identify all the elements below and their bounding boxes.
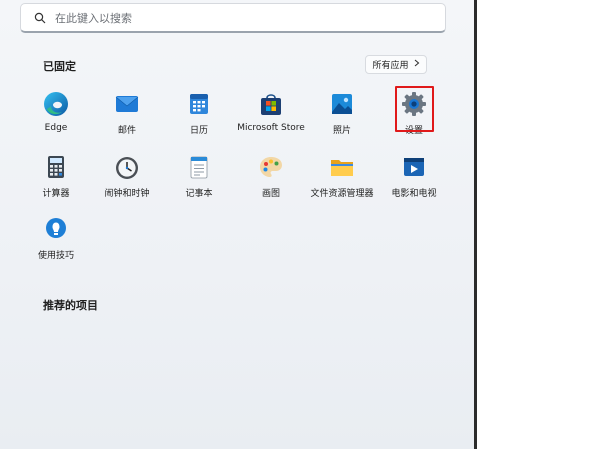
pinned-app-clock[interactable]: 闹钟和时钟 <box>87 153 167 199</box>
app-label: 日历 <box>189 126 208 136</box>
edge-icon <box>42 90 70 118</box>
search-placeholder: 在此键入以搜索 <box>55 11 132 25</box>
tips-icon <box>42 215 70 243</box>
pinned-app-calendar[interactable]: 日历 <box>159 90 239 136</box>
start-menu-panel: 在此键入以搜索 已固定 所有应用 Edge 邮件 日历 Microsoft St… <box>0 0 474 449</box>
pinned-app-paint[interactable]: 画图 <box>231 153 311 199</box>
app-label: 闹钟和时钟 <box>104 189 150 199</box>
app-label: 使用技巧 <box>37 251 74 261</box>
app-label: 邮件 <box>117 126 136 136</box>
pinned-section-title: 已固定 <box>43 60 76 73</box>
search-icon <box>33 11 47 25</box>
recommended-section-title: 推荐的项目 <box>43 299 98 312</box>
photos-icon <box>328 90 356 118</box>
clock-icon <box>113 153 141 181</box>
pinned-app-store[interactable]: Microsoft Store <box>231 90 311 133</box>
calendar-icon <box>185 90 213 118</box>
all-apps-label: 所有应用 <box>372 61 409 71</box>
pinned-app-tips[interactable]: 使用技巧 <box>16 215 96 261</box>
chevron-right-icon <box>414 59 420 70</box>
calculator-icon <box>42 153 70 181</box>
app-label: 画图 <box>261 189 280 199</box>
app-label: 文件资源管理器 <box>310 189 374 199</box>
pinned-app-calculator[interactable]: 计算器 <box>16 153 96 199</box>
mail-icon <box>113 90 141 118</box>
pinned-app-mail[interactable]: 邮件 <box>87 90 167 136</box>
movies-tv-icon <box>400 153 428 181</box>
window-edge <box>474 0 477 449</box>
app-label: 记事本 <box>185 189 213 199</box>
pinned-app-notepad[interactable]: 记事本 <box>159 153 239 199</box>
settings-highlight-box <box>395 86 434 132</box>
search-box[interactable]: 在此键入以搜索 <box>20 3 446 33</box>
app-label: 计算器 <box>42 189 70 199</box>
pinned-app-edge[interactable]: Edge <box>16 90 96 133</box>
pinned-app-photos[interactable]: 照片 <box>302 90 382 136</box>
app-label: Microsoft Store <box>237 123 305 133</box>
all-apps-button[interactable]: 所有应用 <box>365 55 427 74</box>
app-label: Edge <box>44 123 68 133</box>
store-icon <box>257 90 285 118</box>
paint-icon <box>257 153 285 181</box>
app-label: 电影和电视 <box>391 189 437 199</box>
pinned-app-movies-tv[interactable]: 电影和电视 <box>374 153 454 199</box>
file-explorer-icon <box>328 153 356 181</box>
pinned-app-file-explorer[interactable]: 文件资源管理器 <box>302 153 382 199</box>
app-label: 照片 <box>332 126 351 136</box>
notepad-icon <box>185 153 213 181</box>
